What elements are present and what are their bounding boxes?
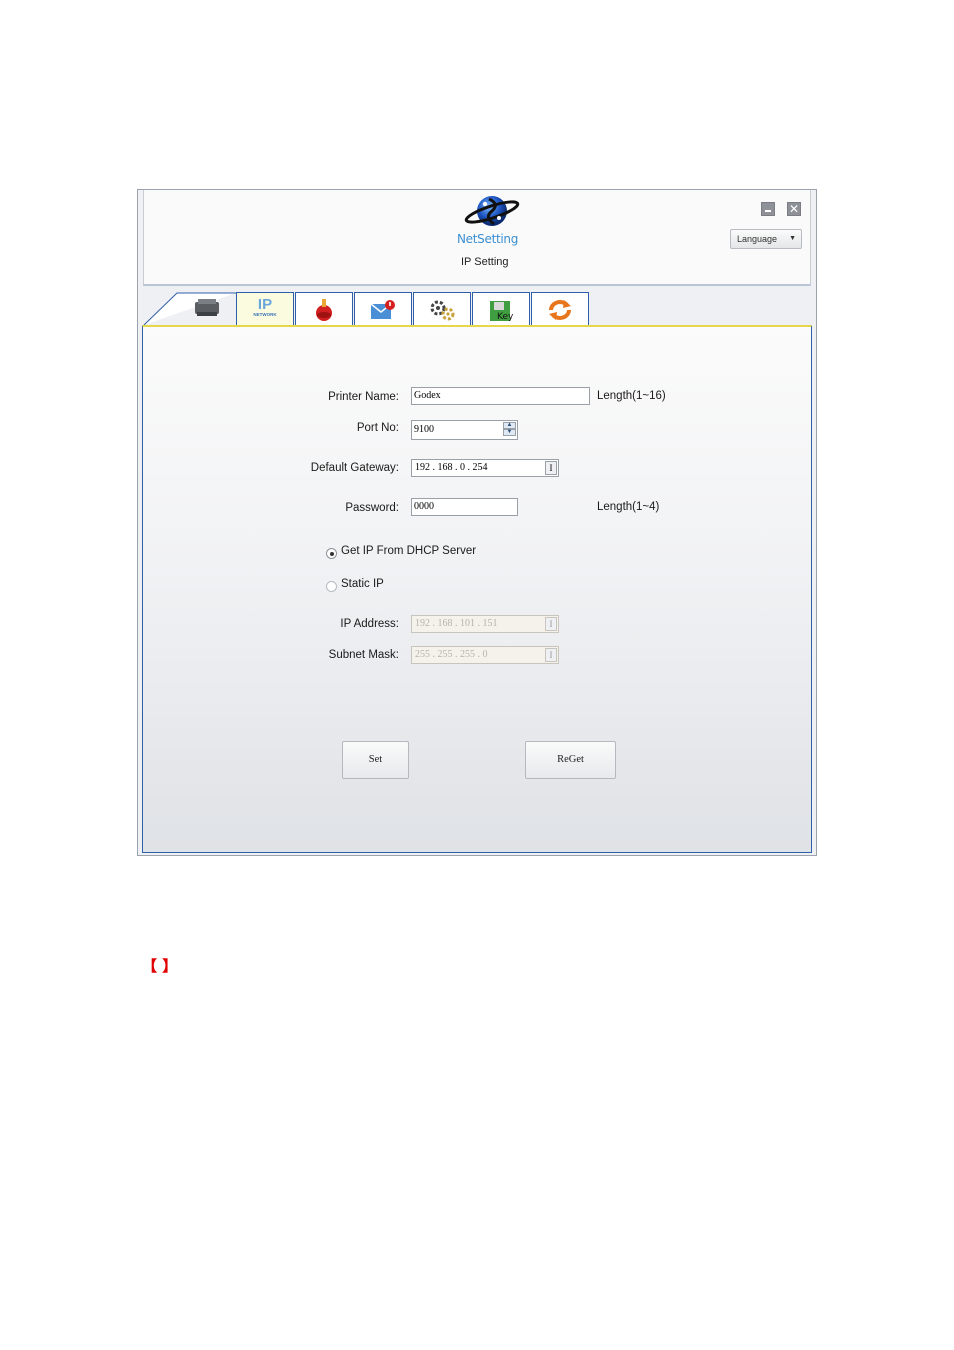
svg-text:Key: Key: [497, 312, 514, 322]
port-no-spinner[interactable]: ▲ ▼: [503, 422, 516, 438]
tab-ip-label: IP: [257, 296, 273, 313]
ip-input-icon: I: [545, 617, 557, 631]
tab-refresh[interactable]: [531, 292, 589, 325]
reget-button[interactable]: ReGet: [525, 741, 616, 779]
tab-bar: IP NETWORK Key: [143, 292, 811, 325]
ip-address-input: 192 . 168 . 101 . 151 I: [411, 615, 559, 633]
minimize-button[interactable]: [761, 202, 775, 216]
ip-address-value: 192 . 168 . 101 . 151: [415, 618, 498, 629]
tab-key[interactable]: Key: [472, 292, 530, 325]
ip-setting-panel: Printer Name: Godex Length(1~16) Port No…: [142, 325, 812, 853]
static-ip-radio[interactable]: [326, 581, 337, 592]
chevron-down-icon: ▼: [789, 235, 796, 242]
mail-alert-icon: [370, 300, 395, 319]
tab-printer[interactable]: [178, 292, 236, 325]
dhcp-radio-label: Get IP From DHCP Server: [341, 545, 477, 557]
alarm-icon: [316, 299, 332, 321]
port-no-label: Port No:: [356, 422, 399, 434]
password-input[interactable]: 0000: [411, 498, 518, 516]
tab-ip-sublabel: NETWORK: [253, 312, 277, 317]
tab-alert[interactable]: [295, 292, 353, 325]
language-dropdown[interactable]: Language ▼: [730, 229, 802, 249]
window-header: NetSetting IP Setting ✕ Language ▼: [143, 190, 811, 286]
spin-down-icon[interactable]: ▼: [503, 429, 516, 436]
password-label: Password:: [345, 502, 399, 514]
close-button[interactable]: ✕: [787, 202, 801, 216]
ip-input-icon[interactable]: I: [545, 461, 557, 475]
printer-icon: [195, 299, 219, 316]
tab-settings[interactable]: [413, 292, 471, 325]
default-gateway-value: 192 . 168 . 0 . 254: [415, 462, 488, 473]
page-title: IP Setting: [461, 256, 509, 268]
close-icon: ✕: [788, 202, 800, 216]
app-name: NetSetting: [457, 232, 519, 246]
ip-network-icon: IP NETWORK: [237, 297, 293, 318]
ip-input-icon: I: [545, 648, 557, 662]
subnet-mask-input: 255 . 255 . 255 . 0 I: [411, 646, 559, 664]
gears-icon: [430, 300, 455, 321]
printer-name-label: Printer Name:: [328, 391, 399, 403]
default-gateway-label: Default Gateway:: [310, 462, 399, 474]
key-icon: Key: [490, 301, 514, 322]
set-button[interactable]: Set: [342, 741, 409, 779]
language-dropdown-label: Language: [737, 234, 778, 244]
printer-name-length-hint: Length(1~16): [597, 390, 666, 402]
spin-up-icon[interactable]: ▲: [503, 422, 516, 429]
refresh-icon: [549, 300, 571, 320]
static-ip-radio-label: Static IP: [341, 578, 384, 590]
netsetting-window: NetSetting IP Setting ✕ Language ▼ IP NE…: [137, 189, 817, 856]
password-length-hint: Length(1~4): [597, 501, 660, 513]
red-brackets: 【 】: [142, 957, 178, 975]
ip-address-label: IP Address:: [340, 618, 399, 630]
tab-ip-network[interactable]: IP NETWORK: [236, 292, 294, 325]
port-no-stepper[interactable]: 9100 ▲ ▼: [411, 420, 518, 440]
default-gateway-input[interactable]: 192 . 168 . 0 . 254 I: [411, 459, 559, 477]
printer-name-input[interactable]: Godex: [411, 387, 590, 405]
subnet-mask-value: 255 . 255 . 255 . 0: [415, 649, 488, 660]
tab-email[interactable]: [354, 292, 412, 325]
subnet-mask-label: Subnet Mask:: [328, 649, 399, 661]
dhcp-radio[interactable]: [326, 548, 337, 559]
port-no-value: 9100: [414, 424, 434, 435]
